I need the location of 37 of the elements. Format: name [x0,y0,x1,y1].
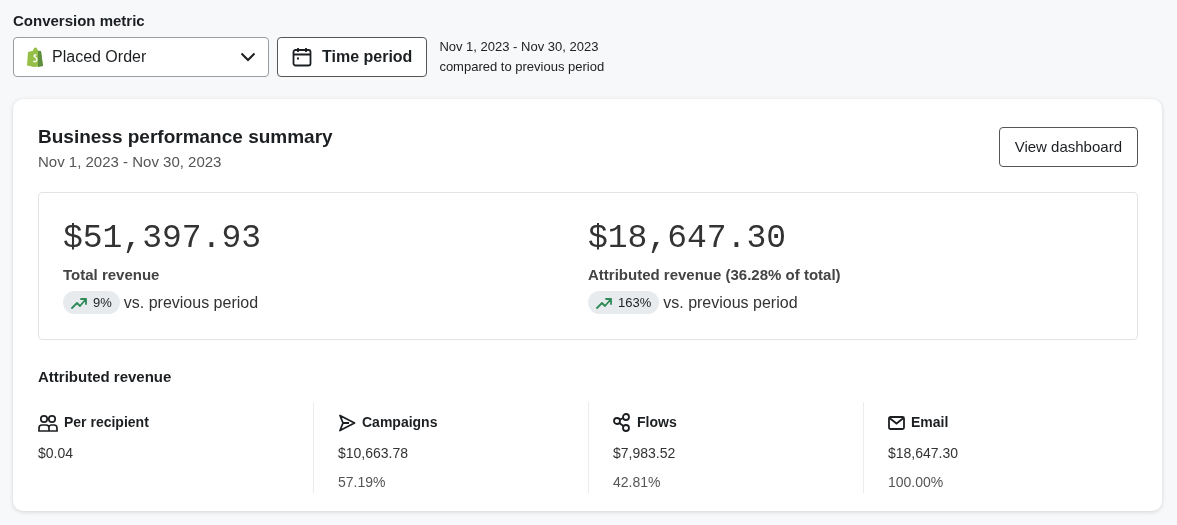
card-date-range: Nov 1, 2023 - Nov 30, 2023 [38,152,223,172]
metric-value: $10,663.78 [338,445,409,462]
revenue-label: Attributed revenue (36.28% of total) [588,266,841,284]
date-range-text: Nov 1, 2023 - Nov 30, 2023 [439,38,600,56]
metric-dropdown[interactable]: Placed Order [13,36,269,77]
chevron-down-icon [240,51,256,62]
metric-share: 100.00% [888,474,944,491]
revenue-value: $18,647.30 [588,219,787,257]
send-icon [338,413,356,432]
comparison-note: vs. previous period [663,292,798,313]
time-period-button[interactable]: Time period [277,36,428,77]
calendar-icon [292,46,312,67]
metric-label: Email [911,413,949,433]
card-title: Business performance summary [38,124,333,149]
revenue-value: $51,397.93 [63,219,262,257]
metric-value: $18,647.30 [888,445,959,462]
mail-icon [888,415,905,430]
metric-share: 42.81% [613,474,661,491]
comparison-text: compared to previous period [439,57,605,76]
trend-up-icon [71,296,87,309]
section-title: Attributed revenue [38,367,172,385]
metric-share: 57.19% [338,474,386,491]
change-pill: 163% [588,290,660,315]
comparison-note: vs. previous period [123,292,259,313]
metric-label: Flows [637,413,677,433]
field-label: Conversion metric [13,11,146,31]
metric-label: Per recipient [64,413,149,433]
view-dashboard-button[interactable]: View dashboard [998,126,1138,167]
revenue-label: Total revenue [63,266,160,284]
nodes-icon [613,413,631,433]
change-pill: 9% [63,290,120,315]
people-icon [38,413,58,432]
metric-value: $0.04 [38,445,74,462]
trend-up-icon [596,296,612,309]
shopping-bag-icon [26,46,44,67]
metric-value: $7,983.52 [613,445,676,462]
metric-label: Campaigns [362,413,438,433]
